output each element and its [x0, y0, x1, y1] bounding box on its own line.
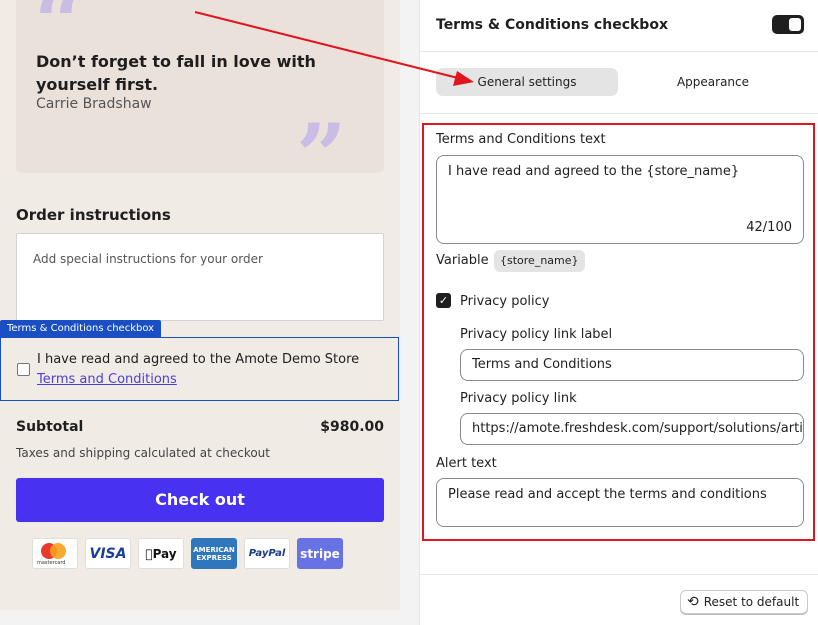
tab-general-settings[interactable]: General settings	[436, 68, 618, 96]
terms-checkbox[interactable]	[17, 363, 30, 376]
divider	[420, 113, 818, 114]
subtotal-value: $980.00	[320, 419, 384, 435]
divider	[420, 51, 818, 52]
visa-icon: VISA	[85, 538, 131, 569]
stripe-icon: stripe	[297, 538, 343, 569]
checkout-button[interactable]: Check out	[16, 478, 384, 522]
terms-link[interactable]: Terms and Conditions	[37, 370, 359, 390]
apple-pay-icon: Pay	[138, 538, 184, 569]
quote-text: Don’t forget to fall in love with yourse…	[36, 52, 316, 94]
order-instructions-title: Order instructions	[16, 206, 171, 224]
quote-card: “ Don’t forget to fall in love with your…	[16, 0, 384, 200]
tax-note: Taxes and shipping calculated at checkou…	[16, 446, 270, 460]
mastercard-icon: mastercard	[32, 538, 78, 569]
amex-icon: AMERICAN EXPRESS	[191, 538, 237, 569]
terms-checkbox-block: I have read and agreed to the Amote Demo…	[0, 337, 399, 401]
subtotal-label: Subtotal	[16, 419, 84, 435]
toggle-knob	[789, 18, 801, 31]
close-quote-icon: ”	[296, 104, 347, 208]
terms-checkbox-text: I have read and agreed to the Amote Demo…	[37, 350, 359, 390]
highlight-box	[422, 123, 815, 541]
paypal-icon: PayPal	[244, 538, 290, 569]
quote-author: Carrie Bradshaw	[36, 96, 152, 112]
terms-checkbox-tag: Terms & Conditions checkbox	[0, 320, 162, 337]
enable-toggle[interactable]	[772, 15, 804, 34]
reset-to-default-button[interactable]: ⟲ Reset to default	[680, 590, 809, 614]
tab-appearance[interactable]: Appearance	[622, 68, 804, 96]
reset-label: Reset to default	[703, 595, 800, 609]
payment-icons: mastercard VISA Pay AMERICAN EXPRESS Pa…	[32, 538, 343, 569]
settings-panel: Terms & Conditions checkbox General sett…	[419, 0, 818, 625]
store-preview: “ Don’t forget to fall in love with your…	[0, 0, 400, 610]
reset-icon: ⟲	[687, 594, 699, 610]
panel-title: Terms & Conditions checkbox	[436, 17, 668, 33]
terms-text: I have read and agreed to the Amote Demo…	[37, 352, 360, 367]
order-instructions-input[interactable]: Add special instructions for your order	[16, 233, 384, 321]
divider	[420, 574, 818, 575]
